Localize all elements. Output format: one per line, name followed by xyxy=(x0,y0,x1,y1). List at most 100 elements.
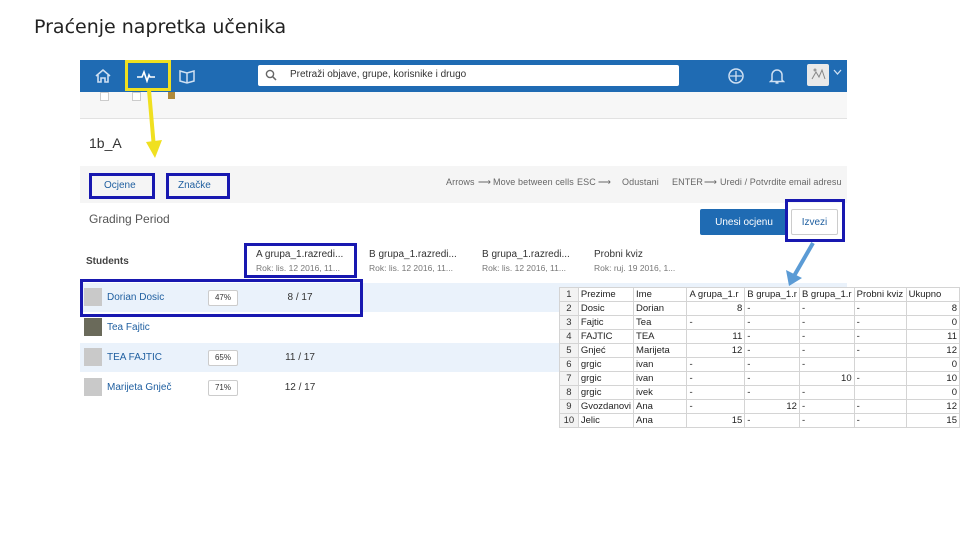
excel-row: 9 Gvozdanovi Ana - 12 - - 12 xyxy=(559,399,960,414)
library-icon[interactable] xyxy=(177,66,197,86)
highlight-grades-tab xyxy=(89,173,155,199)
hint-enter-key: ENTER xyxy=(672,177,704,187)
excel-row: 6 grgic ivan - - - 0 xyxy=(559,357,960,372)
excel-row: 10 Jelic Ana 15 - - - 15 xyxy=(559,413,960,428)
cell: Fajtic xyxy=(577,315,635,330)
highlight-column-header xyxy=(244,243,357,278)
cell: - xyxy=(798,315,855,330)
excel-row: 2 Dosic Dorian 8 - - - 8 xyxy=(559,301,960,316)
cell: - xyxy=(853,413,907,428)
header-cell: Ime xyxy=(633,287,688,302)
cell: - xyxy=(744,371,800,386)
cell: Gvozdanovi xyxy=(577,399,635,414)
percent-badge: 71% xyxy=(208,380,238,396)
backpack-icon[interactable] xyxy=(726,66,746,86)
excel-row: 7 grgic ivan - - 10 - 10 xyxy=(559,371,960,386)
cell: grgic xyxy=(577,371,635,386)
highlight-student-row xyxy=(80,279,363,317)
enter-grade-button[interactable]: Unesi ocjenu xyxy=(700,209,788,235)
grade-cell[interactable]: 11 / 17 xyxy=(250,352,350,363)
cell: TEA xyxy=(633,329,688,344)
column-header[interactable]: B grupa_1.razredi... Rok: lis. 12 2016, … xyxy=(482,249,592,273)
cell: 0 xyxy=(905,315,960,330)
arrow-right-icon: ⟶ xyxy=(598,177,612,187)
column-due: Rok: lis. 12 2016, 11... xyxy=(482,263,566,273)
cell: FAJTIC xyxy=(577,329,635,344)
yellow-arrow-icon xyxy=(146,89,162,158)
cell: ivan xyxy=(633,357,688,372)
cell: - xyxy=(744,385,800,400)
excel-row: 1 Prezime Ime A grupa_1.r B grupa_1.r B … xyxy=(559,287,960,302)
slide-title: Praćenje napretka učenika xyxy=(34,16,287,38)
cell: 12 xyxy=(905,343,960,358)
student-name[interactable]: TEA FAJTIC xyxy=(107,352,162,363)
cell: 11 xyxy=(686,329,746,344)
header-cell: B grupa_1.r xyxy=(798,287,855,302)
cell: - xyxy=(853,343,907,358)
top-navbar: Pretraži objave, grupe, korisnike i drug… xyxy=(80,60,847,92)
row-number: 7 xyxy=(559,371,579,386)
cell: - xyxy=(744,329,800,344)
column-header[interactable]: Probni kviz Rok: ruj. 19 2016, 1... xyxy=(594,249,704,273)
cell: - xyxy=(798,343,855,358)
hint-arrows-action: Move between cells xyxy=(493,177,574,187)
header-cell: Prezime xyxy=(577,287,635,302)
column-due: Rok: ruj. 19 2016, 1... xyxy=(594,263,676,273)
row-number: 5 xyxy=(559,343,579,358)
avatar xyxy=(84,318,102,336)
chevron-down-icon[interactable] xyxy=(833,69,842,75)
excel-row: 4 FAJTIC TEA 11 - - - 11 xyxy=(559,329,960,344)
highlight-badges-tab xyxy=(166,173,230,199)
cell: - xyxy=(744,343,800,358)
cell: - xyxy=(798,301,855,316)
excel-export-table: 1 Prezime Ime A grupa_1.r B grupa_1.r B … xyxy=(559,287,960,428)
row-number: 4 xyxy=(559,329,579,344)
cell xyxy=(853,385,907,400)
cell: - xyxy=(686,371,746,386)
excel-row: 5 Gnjeć Marijeta 12 - - - 12 xyxy=(559,343,960,358)
arrow-right-icon: ⟶ xyxy=(704,177,718,187)
bell-icon[interactable] xyxy=(767,66,787,86)
cell: - xyxy=(798,357,855,372)
home-icon[interactable] xyxy=(93,66,113,86)
excel-row: 3 Fajtic Tea - - - - 0 xyxy=(559,315,960,330)
column-title: Probni kviz xyxy=(594,249,643,260)
cell: ivek xyxy=(633,385,688,400)
cell: - xyxy=(798,329,855,344)
cell: grgic xyxy=(577,357,635,372)
cell: - xyxy=(744,301,800,316)
cell: 12 xyxy=(905,399,960,414)
cell: - xyxy=(798,413,855,428)
cell: 8 xyxy=(905,301,960,316)
hint-arrows-key: Arrows xyxy=(446,177,475,187)
cell: 11 xyxy=(905,329,960,344)
excel-row: 8 grgic ivek - - - 0 xyxy=(559,385,960,400)
avatar[interactable] xyxy=(807,64,829,86)
column-header[interactable]: B grupa_1.razredi... Rok: lis. 12 2016, … xyxy=(369,249,479,273)
header-cell: B grupa_1.r xyxy=(744,287,800,302)
search-input[interactable]: Pretraži objave, grupe, korisnike i drug… xyxy=(258,65,679,86)
student-name[interactable]: Marijeta Gnječ xyxy=(107,382,171,393)
student-name[interactable]: Tea Fajtic xyxy=(107,322,150,333)
cell: grgic xyxy=(577,385,635,400)
cell: - xyxy=(744,357,800,372)
cell: Dosic xyxy=(577,301,635,316)
cell: 10 xyxy=(905,371,960,386)
cell: 12 xyxy=(744,399,800,414)
row-number: 8 xyxy=(559,385,579,400)
sub-toolbar xyxy=(80,92,847,119)
hint-esc-key: ESC xyxy=(577,177,596,187)
grading-period-label: Grading Period xyxy=(89,212,170,226)
cell: - xyxy=(686,385,746,400)
arrow-right-icon: ⟶ xyxy=(478,177,492,187)
cell: - xyxy=(798,385,855,400)
cell: 12 xyxy=(686,343,746,358)
cell: Marijeta xyxy=(633,343,688,358)
group-name: 1b_A xyxy=(89,135,122,151)
avatar xyxy=(84,378,102,396)
row-number: 2 xyxy=(559,301,579,316)
header-cell: Ukupno xyxy=(905,287,960,302)
cell: Jelic xyxy=(577,413,635,428)
grade-cell[interactable]: 12 / 17 xyxy=(250,382,350,393)
search-icon xyxy=(265,69,277,81)
